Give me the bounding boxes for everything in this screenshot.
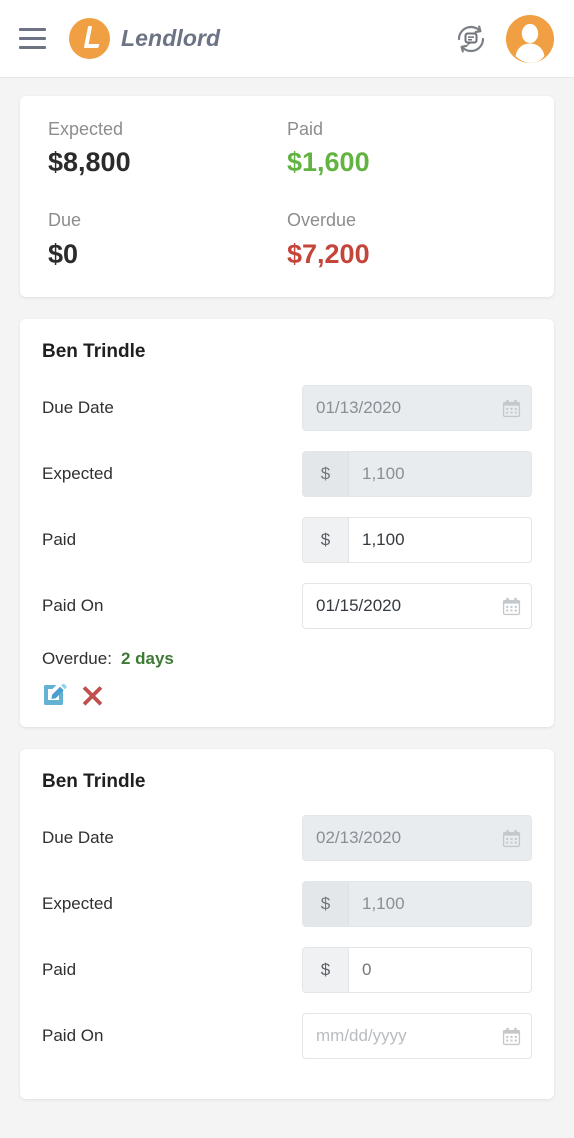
expected-control: $ 1,100 (302, 881, 532, 928)
paid-on-control[interactable]: mm/dd/yyyy (302, 1013, 532, 1060)
expected-input: 1,100 (362, 464, 405, 484)
overdue-days: 2 days (120, 649, 174, 669)
summary-value-paid: $1,600 (287, 147, 370, 178)
field-row-paid-on: Paid On mm/dd/yyyy (42, 1013, 532, 1060)
field-row-paid-on: Paid On 01/15/2020 (42, 583, 532, 630)
delete-icon[interactable] (81, 683, 104, 706)
hamburger-bar (18, 28, 46, 31)
currency-addon: $ (303, 882, 349, 927)
summary-label-due: Due (48, 210, 82, 231)
paid-input[interactable] (349, 948, 531, 993)
field-row-paid: Paid $ (42, 517, 532, 564)
field-label-expected: Expected (42, 464, 113, 484)
hamburger-menu-icon[interactable] (12, 19, 52, 59)
field-label-due-date: Due Date (42, 398, 114, 418)
due-date-input: 01/13/2020 (316, 398, 402, 418)
field-label-due-date: Due Date (42, 828, 114, 848)
currency-addon: $ (303, 948, 349, 993)
app-header: Lendlord (0, 0, 574, 78)
expected-control: $ 1,100 (302, 451, 532, 498)
field-row-paid: Paid $ (42, 947, 532, 994)
field-label-paid: Paid (42, 960, 77, 980)
summary-label-expected: Expected (48, 119, 124, 139)
summary-cell-due: Due $0 (48, 209, 287, 271)
calendar-icon[interactable] (491, 1014, 531, 1058)
payment-card: Ben Trindle Due Date 02/13/2020 Expected… (20, 749, 554, 1100)
summary-row: Expected $8,800 Paid $1,600 (48, 118, 526, 180)
summary-row: Due $0 Overdue $7,200 (48, 209, 526, 271)
paid-control[interactable]: $ (302, 947, 532, 994)
page-content: Expected $8,800 Paid $1,600 Due $0 Overd… (0, 78, 574, 1100)
sync-message-icon[interactable] (454, 22, 488, 56)
field-label-expected: Expected (42, 894, 113, 914)
paid-on-control[interactable]: 01/15/2020 (302, 583, 532, 630)
tenant-name: Ben Trindle (42, 771, 146, 793)
field-label-paid: Paid (42, 530, 77, 550)
brand-name: Lendlord (121, 25, 221, 51)
lendlord-logo-icon (69, 18, 110, 59)
field-row-expected: Expected $ 1,100 (42, 451, 532, 498)
hamburger-bar (18, 37, 46, 40)
summary-cell-overdue: Overdue $7,200 (287, 209, 526, 271)
summary-value-expected: $8,800 (48, 147, 131, 178)
summary-cell-expected: Expected $8,800 (48, 118, 287, 180)
summary-label-overdue: Overdue (287, 210, 357, 231)
tenant-name: Ben Trindle (42, 341, 146, 363)
row-actions (42, 679, 532, 707)
paid-input[interactable] (349, 518, 531, 563)
field-row-due-date: Due Date 01/13/2020 (42, 385, 532, 432)
brand-logo[interactable]: Lendlord (69, 18, 220, 59)
paid-on-input[interactable]: 01/15/2020 (303, 584, 491, 628)
currency-addon: $ (303, 518, 349, 563)
due-date-control: 02/13/2020 (302, 815, 532, 862)
edit-icon[interactable] (42, 681, 68, 707)
overdue-status: Overdue: 2 days (42, 649, 532, 669)
field-row-expected: Expected $ 1,100 (42, 881, 532, 928)
calendar-icon (491, 386, 531, 430)
user-avatar-icon[interactable] (506, 14, 554, 63)
paid-on-input[interactable]: mm/dd/yyyy (303, 1014, 491, 1058)
field-row-due-date: Due Date 02/13/2020 (42, 815, 532, 862)
summary-value-overdue: $7,200 (287, 238, 370, 269)
calendar-icon[interactable] (491, 584, 531, 628)
due-date-control: 01/13/2020 (302, 385, 532, 432)
hamburger-bar (18, 46, 46, 49)
field-label-paid-on: Paid On (42, 596, 104, 616)
calendar-icon (491, 816, 531, 860)
payment-card: Ben Trindle Due Date 01/13/2020 Expected… (20, 319, 554, 728)
rent-summary-card: Expected $8,800 Paid $1,600 Due $0 Overd… (20, 96, 554, 298)
currency-addon: $ (303, 452, 349, 497)
due-date-input: 02/13/2020 (316, 828, 402, 848)
expected-input: 1,100 (362, 894, 405, 914)
summary-value-due: $0 (48, 238, 79, 269)
summary-cell-paid: Paid $1,600 (287, 118, 526, 180)
summary-label-paid: Paid (287, 119, 324, 139)
overdue-label: Overdue: (42, 649, 112, 669)
paid-control[interactable]: $ (302, 517, 532, 564)
field-label-paid-on: Paid On (42, 1026, 104, 1046)
